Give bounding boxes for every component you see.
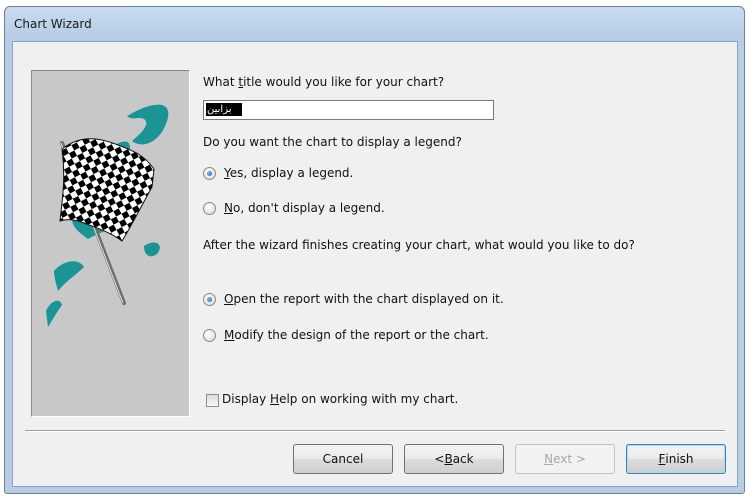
after-finish-prompt: After the wizard finishes creating your … <box>203 238 635 252</box>
wizard-illustration <box>31 70 190 417</box>
open-report-label[interactable]: Open the report with the chart displayed… <box>224 292 504 306</box>
legend-no-label[interactable]: No, don't display a legend. <box>224 201 385 215</box>
display-help-checkbox[interactable] <box>206 394 219 407</box>
display-help-label[interactable]: Display Help on working with my chart. <box>222 392 458 406</box>
checkered-flag-icon <box>46 104 169 327</box>
modify-design-radio[interactable] <box>203 329 216 342</box>
button-divider <box>25 430 725 432</box>
title-bar[interactable]: Chart Wizard <box>5 7 744 41</box>
chart-title-value: بزابين <box>206 103 242 116</box>
modify-design-label[interactable]: Modify the design of the report or the c… <box>224 328 489 342</box>
chart-wizard-window: Chart Wizard What title would you like f… <box>4 6 745 494</box>
chart-title-input[interactable]: بزابين <box>203 100 494 120</box>
back-button[interactable]: < Back <box>404 444 504 474</box>
next-button[interactable]: Next > <box>515 444 615 474</box>
legend-yes-label[interactable]: Yes, display a legend. <box>224 166 353 180</box>
legend-no-radio[interactable] <box>203 202 216 215</box>
cancel-button[interactable]: Cancel <box>293 444 393 474</box>
window-title: Chart Wizard <box>14 17 92 31</box>
legend-yes-radio[interactable] <box>203 167 216 180</box>
legend-prompt: Do you want the chart to display a legen… <box>203 135 462 149</box>
finish-button[interactable]: Finish <box>626 444 726 474</box>
chart-title-prompt: What title would you like for your chart… <box>203 75 445 89</box>
open-report-radio[interactable] <box>203 293 216 306</box>
wizard-body: What title would you like for your chart… <box>12 41 738 487</box>
